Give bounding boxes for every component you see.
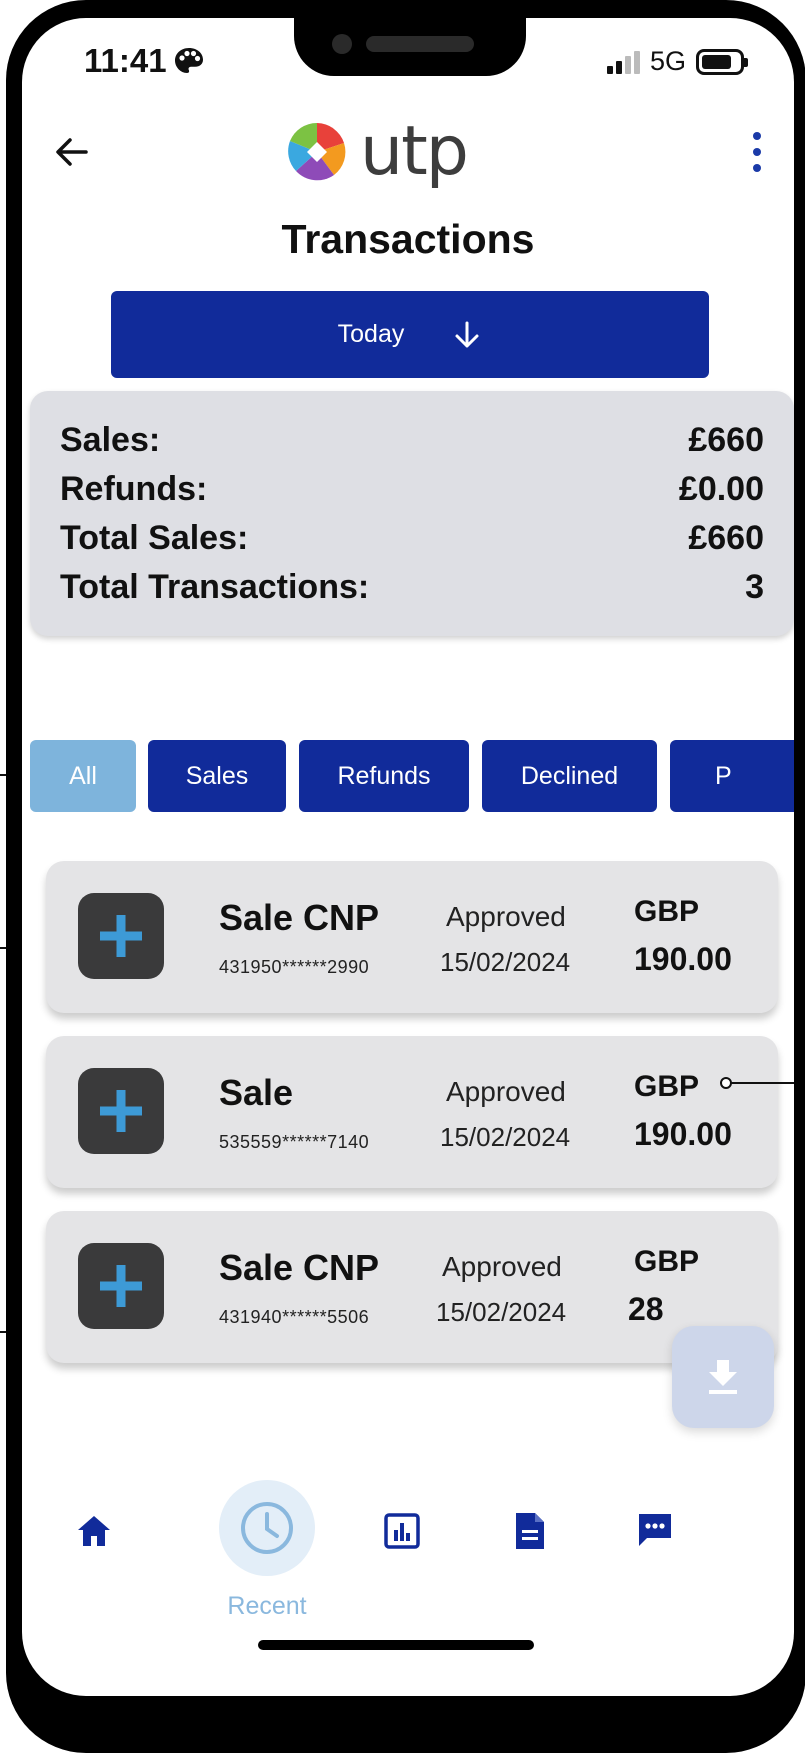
transaction-status: Approved	[446, 901, 566, 932]
chat-icon[interactable]	[636, 1511, 674, 1549]
summary-row-total-sales: Total Sales: £660	[60, 519, 764, 557]
transaction-amount: 28	[628, 1291, 664, 1327]
plus-icon	[78, 893, 164, 979]
date-filter-label: Today	[337, 320, 405, 348]
transaction-amount: 190.00	[634, 1116, 732, 1152]
transaction-card[interactable]: Sale CNP 431950******2990 Approved 15/02…	[46, 861, 778, 1013]
filter-sales[interactable]: Sales	[148, 740, 286, 812]
network-label: 5G	[649, 46, 686, 76]
transaction-type: Sale	[219, 1072, 294, 1113]
app-header: utp	[22, 118, 794, 198]
home-indicator	[258, 1640, 534, 1650]
utp-logo-mark-icon	[288, 122, 346, 181]
phone-frame: 11:41 5G utp Transactions Today Sales: £…	[6, 0, 805, 1753]
transaction-currency: GBP	[634, 1245, 700, 1278]
transaction-amount: 190.00	[634, 941, 732, 977]
bottom-navigation: Recent	[22, 1480, 794, 1620]
transaction-type: Sale CNP	[219, 1247, 380, 1288]
brand-logo: utp	[286, 112, 469, 191]
status-time: 11:41	[84, 42, 167, 79]
nav-recent-label: Recent	[227, 1592, 307, 1620]
palette-icon	[174, 48, 203, 73]
transaction-type: Sale CNP	[219, 897, 380, 938]
filter-all[interactable]: All	[30, 740, 136, 812]
date-filter-button[interactable]: Today	[111, 291, 709, 378]
summary-panel: Sales: £660 Refunds: £0.00 Total Sales: £66…	[30, 391, 794, 636]
plus-icon	[78, 1068, 164, 1154]
download-button[interactable]	[672, 1326, 774, 1428]
transaction-card[interactable]: Sale 535559******7140 Approved 15/02/202…	[46, 1036, 778, 1188]
camera-notch	[294, 18, 526, 76]
transaction-card[interactable]: Sale CNP 431940******5506 Approved 15/02…	[46, 1211, 778, 1363]
home-icon[interactable]	[76, 1514, 112, 1548]
back-arrow-icon[interactable]	[50, 130, 94, 174]
nav-recent-button[interactable]	[219, 1480, 315, 1576]
transaction-type-filters: All Sales Refunds Declined P	[22, 740, 794, 812]
transaction-date: 15/02/2024	[436, 1297, 567, 1327]
app-screen: 11:41 5G utp Transactions Today Sales: £…	[22, 18, 794, 1696]
transaction-status: Approved	[442, 1251, 562, 1282]
transaction-date: 15/02/2024	[440, 947, 571, 977]
filter-declined[interactable]: Declined	[482, 740, 657, 812]
transaction-currency: GBP	[634, 1070, 700, 1103]
filter-refunds[interactable]: Refunds	[299, 740, 469, 812]
transaction-currency: GBP	[634, 895, 700, 928]
card-number: 535559******7140	[219, 1132, 370, 1152]
filter-partial[interactable]: P	[670, 740, 794, 812]
summary-row-sales: Sales: £660	[60, 421, 764, 459]
clock-icon	[241, 1502, 293, 1554]
callout-dot-card-2	[720, 1077, 794, 1089]
document-icon[interactable]	[514, 1511, 546, 1551]
summary-row-refunds: Refunds: £0.00	[60, 470, 764, 508]
card-number: 431940******5506	[219, 1307, 370, 1327]
summary-row-total-transactions: Total Transactions: 3	[60, 568, 764, 606]
battery-icon	[696, 48, 748, 75]
transaction-date: 15/02/2024	[440, 1122, 571, 1152]
arrow-down-icon	[455, 321, 479, 347]
transaction-status: Approved	[446, 1076, 566, 1107]
page-title: Transactions	[281, 216, 535, 262]
more-options-icon[interactable]	[752, 132, 762, 172]
reports-chart-icon[interactable]	[384, 1513, 420, 1549]
plus-icon	[78, 1243, 164, 1329]
card-number: 431950******2990	[219, 957, 370, 977]
brand-name: utp	[360, 112, 469, 191]
signal-icon	[606, 50, 640, 74]
download-icon	[709, 1360, 737, 1394]
